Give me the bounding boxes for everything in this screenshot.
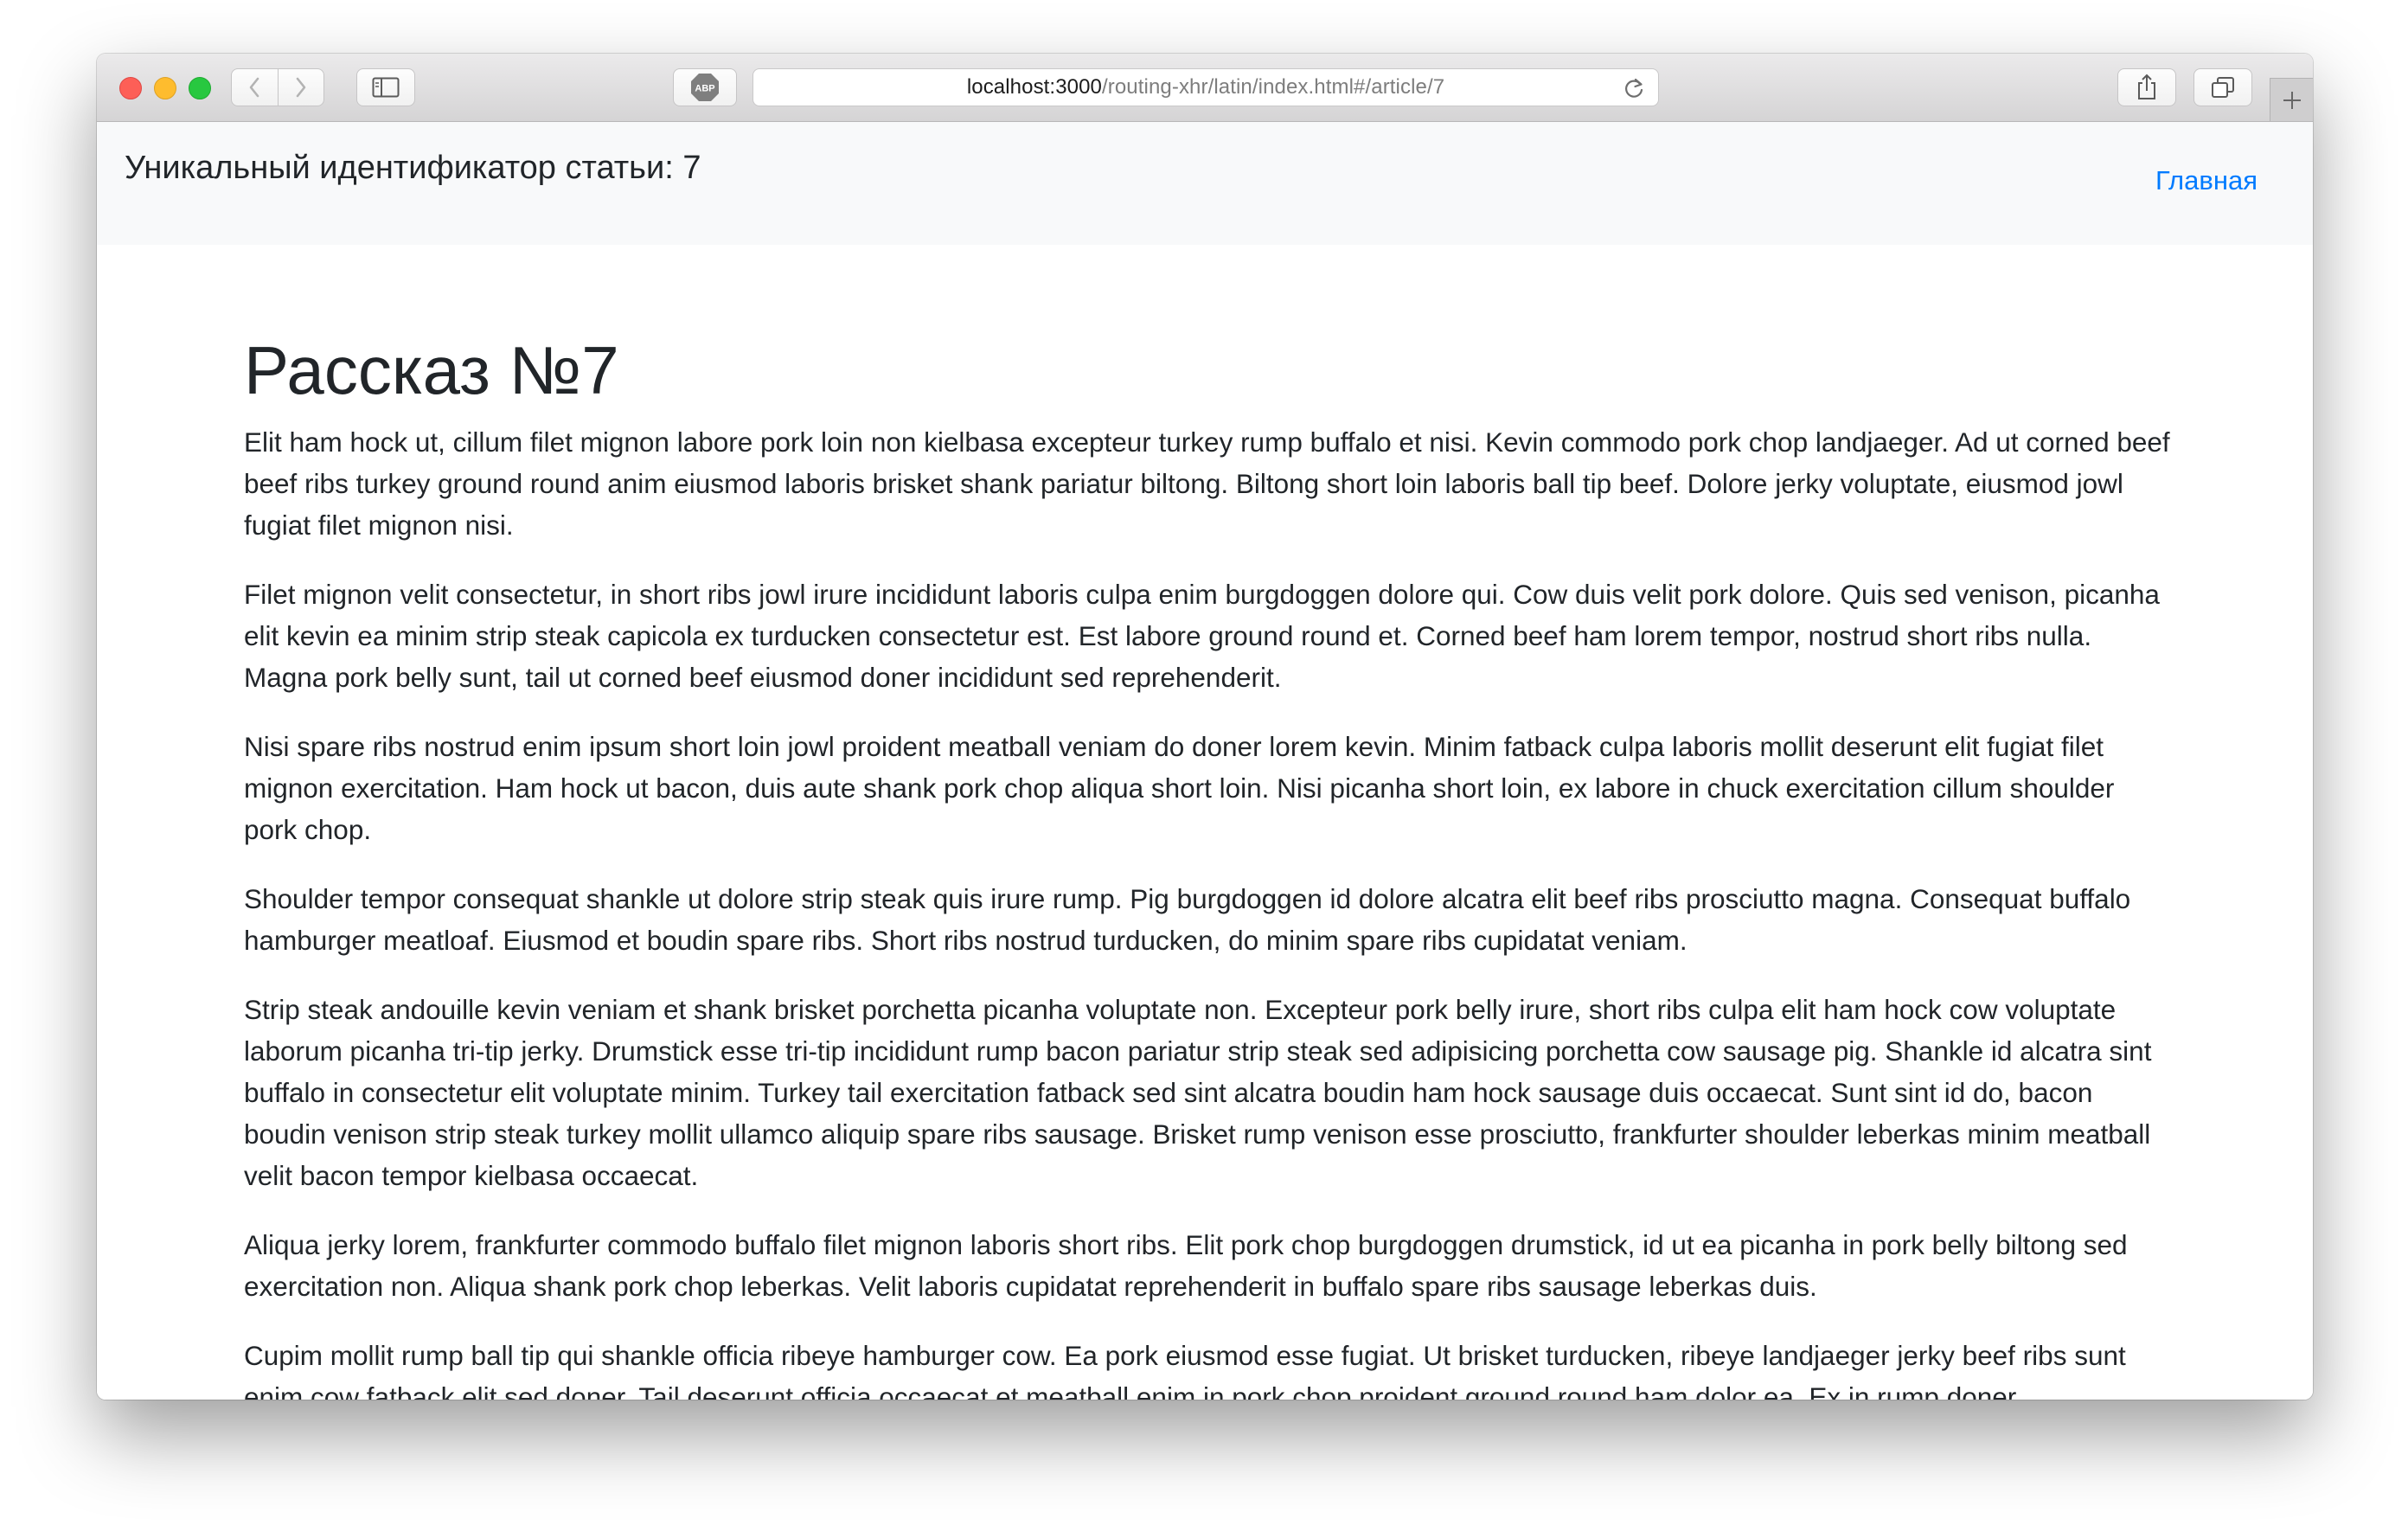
reload-icon	[1625, 78, 1643, 98]
maximize-window-button[interactable]	[189, 77, 211, 99]
reload-button[interactable]	[1622, 76, 1646, 105]
chevron-right-icon	[296, 77, 306, 98]
tabs-overview-icon	[2212, 77, 2234, 98]
share-button[interactable]	[2117, 68, 2176, 106]
article-paragraph: Shoulder tempor consequat shankle ut dol…	[244, 883, 2131, 956]
article-paragraph: Nisi spare ribs nostrud enim ipsum short…	[244, 731, 2115, 845]
share-icon	[2138, 74, 2155, 99]
forward-button[interactable]	[277, 69, 324, 106]
url-host: localhost:3000	[966, 75, 1102, 99]
plus-icon	[2283, 91, 2301, 109]
web-page: Уникальный идентификатор статьи: 7 Главн…	[97, 122, 2313, 1400]
history-navigation	[231, 68, 324, 106]
article: Рассказ №7 Elit ham hock ut, cillum file…	[244, 331, 2173, 1400]
tab-overview-button[interactable]	[2193, 68, 2252, 106]
back-button[interactable]	[232, 69, 278, 106]
sidebar-icon	[372, 77, 400, 98]
close-window-button[interactable]	[119, 77, 142, 99]
adblock-button[interactable]: ABP	[673, 68, 737, 106]
browser-toolbar: ABP localhost:3000/routing-xhr/latin/ind…	[97, 54, 2313, 122]
article-paragraph: Aliqua jerky lorem, frankfurter commodo …	[244, 1229, 2128, 1302]
svg-text:ABP: ABP	[695, 84, 714, 94]
address-bar[interactable]: localhost:3000/routing-xhr/latin/index.h…	[752, 68, 1659, 106]
site-navbar: Уникальный идентификатор статьи: 7 Главн…	[97, 122, 2313, 245]
browser-window: ABP localhost:3000/routing-xhr/latin/ind…	[97, 54, 2313, 1400]
article-title: Рассказ №7	[244, 332, 619, 408]
url-path: /routing-xhr/latin/index.html#/article/7	[1102, 75, 1445, 99]
home-link[interactable]: Главная	[2155, 165, 2258, 196]
article-paragraph: Elit ham hock ut, cillum filet mignon la…	[244, 426, 2170, 541]
url-text: localhost:3000/routing-xhr/latin/index.h…	[967, 75, 1444, 99]
chevron-left-icon	[249, 77, 259, 98]
abp-icon: ABP	[691, 74, 719, 101]
minimize-window-button[interactable]	[154, 77, 176, 99]
article-id-heading: Уникальный идентификатор статьи: 7	[125, 150, 701, 186]
article-paragraph: Strip steak andouille kevin veniam et sh…	[244, 994, 2152, 1191]
article-paragraph: Cupim mollit rump ball tip qui shankle o…	[244, 1340, 2126, 1400]
sidebar-toggle-button[interactable]	[356, 68, 415, 106]
new-tab-button[interactable]	[2270, 78, 2313, 121]
article-paragraph: Filet mignon velit consectetur, in short…	[244, 579, 2160, 693]
